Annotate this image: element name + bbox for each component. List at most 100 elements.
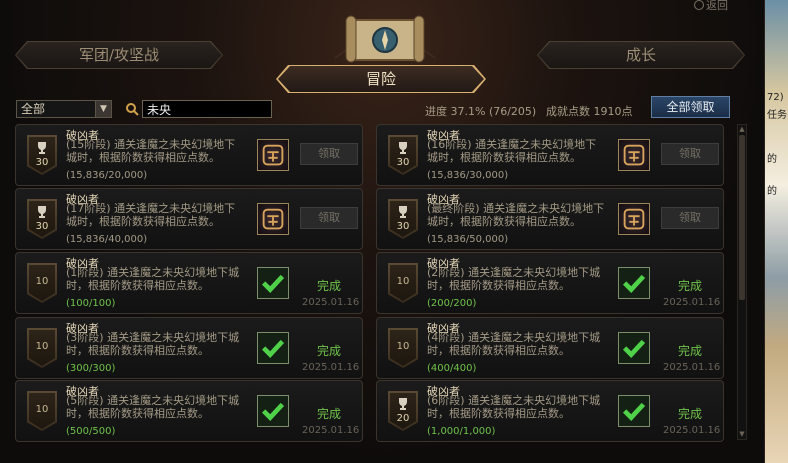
achievement-progress: (15,836/50,000) xyxy=(427,234,509,245)
achievement-desc: (最终阶段) 通关逢魔之未央幻境地下城时，根据阶数获得相应点数。 xyxy=(427,202,605,228)
completed-check-icon xyxy=(618,267,650,299)
completed-label: 完成 xyxy=(677,407,702,421)
search-input[interactable] xyxy=(142,100,272,118)
achievement-card: 10 破凶者 (5阶段) 通关逢魔之未央幻境地下城时，根据阶数获得相应点数。 (500… xyxy=(15,380,363,442)
back-label: 返回 xyxy=(706,0,728,12)
achievement-list: 30 破凶者 (15阶段) 通关逢魔之未央幻境地下城时，根据阶数获得相应点数。 (15… xyxy=(15,124,727,442)
reward-emblem-icon[interactable] xyxy=(257,139,289,171)
achievement-progress: (1,000/1,000) xyxy=(427,426,496,437)
back-arrow-icon xyxy=(694,0,704,10)
badge-points: 30 xyxy=(396,157,410,168)
progress-readout: 进度 37.1% (76/205) xyxy=(425,103,536,119)
achievement-desc: (5阶段) 通关逢魔之未央幻境地下城时，根据阶数获得相应点数。 xyxy=(66,394,240,420)
category-dropdown[interactable]: 全部 ▼ xyxy=(16,100,112,118)
list-scrollbar[interactable]: ▲ ▼ xyxy=(737,124,747,440)
achievement-progress: (15,836/30,000) xyxy=(427,170,509,181)
completed-date: 2025.01.16 xyxy=(663,425,721,436)
side-text-4: 的 xyxy=(767,186,777,197)
achievement-progress: (200/200) xyxy=(427,298,477,309)
completed-date: 2025.01.16 xyxy=(663,362,721,373)
achievement-card: 30 破凶者 (16阶段) 通关逢魔之未央幻境地下城时，根据阶数获得相应点数。 (15… xyxy=(376,124,724,186)
completed-date: 2025.01.16 xyxy=(302,362,360,373)
scroll-compass-emblem xyxy=(334,15,436,63)
points-badge: 10 xyxy=(388,263,418,303)
completed-label: 完成 xyxy=(316,344,341,358)
achievement-progress: (15,836/20,000) xyxy=(66,170,148,181)
achievement-card: 10 破凶者 (4阶段) 通关逢魔之未央幻境地下城时，根据阶数获得相应点数。 (400… xyxy=(376,317,724,379)
points-readout: 成就点数 1910点 xyxy=(546,103,633,119)
completed-date: 2025.01.16 xyxy=(663,297,721,308)
claim-button[interactable]: 领取 xyxy=(661,207,719,229)
claim-button[interactable]: 领取 xyxy=(300,143,358,165)
points-badge: 10 xyxy=(27,391,57,431)
points-label: 成就点数 xyxy=(546,105,590,118)
achievement-card: 30 破凶者 (15阶段) 通关逢魔之未央幻境地下城时，根据阶数获得相应点数。 (15… xyxy=(15,124,363,186)
badge-points: 10 xyxy=(35,341,49,352)
points-badge: 30 xyxy=(388,135,418,175)
achievement-desc: (1阶段) 通关逢魔之未央幻境地下城时，根据阶数获得相应点数。 xyxy=(66,266,240,292)
claim-button[interactable]: 领取 xyxy=(300,207,358,229)
background-game-strip: 72) 任务 的 的 xyxy=(765,0,788,463)
side-text-1: 72) xyxy=(767,92,784,103)
completed-check-icon xyxy=(257,267,289,299)
side-text-3: 的 xyxy=(767,154,777,165)
achievement-desc: (3阶段) 通关逢魔之未央幻境地下城时，根据阶数获得相应点数。 xyxy=(66,331,240,357)
badge-points: 30 xyxy=(35,221,49,232)
tab-legion-siege[interactable]: 军团/攻坚战 xyxy=(16,42,222,68)
tab-adventure[interactable]: 冒险 xyxy=(278,66,484,92)
points-badge: 30 xyxy=(27,199,57,239)
trophy-icon xyxy=(38,142,46,154)
badge-points: 30 xyxy=(35,157,49,168)
achievement-progress: (500/500) xyxy=(66,426,116,437)
badge-points: 20 xyxy=(396,413,410,424)
achievement-card: 20 破凶者 (6阶段) 通关逢魔之未央幻境地下城时，根据阶数获得相应点数。 (1,0… xyxy=(376,380,724,442)
badge-points: 10 xyxy=(396,341,410,352)
trophy-icon xyxy=(399,206,407,218)
scroll-down-icon[interactable]: ▼ xyxy=(738,430,746,439)
achievement-desc: (4阶段) 通关逢魔之未央幻境地下城时，根据阶数获得相应点数。 xyxy=(427,331,601,357)
badge-points: 10 xyxy=(396,276,410,287)
achievement-card: 30 破凶者 (最终阶段) 通关逢魔之未央幻境地下城时，根据阶数获得相应点数。 (15… xyxy=(376,188,724,250)
achievement-card: 10 破凶者 (2阶段) 通关逢魔之未央幻境地下城时，根据阶数获得相应点数。 (200… xyxy=(376,252,724,314)
achievement-desc: (6阶段) 通关逢魔之未央幻境地下城时，根据阶数获得相应点数。 xyxy=(427,394,601,420)
completed-date: 2025.01.16 xyxy=(302,425,360,436)
scroll-up-icon[interactable]: ▲ xyxy=(738,125,746,134)
achievement-progress: (400/400) xyxy=(427,363,477,374)
points-value: 1910点 xyxy=(593,105,633,118)
points-badge: 20 xyxy=(388,391,418,431)
completed-label: 完成 xyxy=(677,344,702,358)
scroll-thumb[interactable] xyxy=(739,135,745,300)
points-badge: 10 xyxy=(27,263,57,303)
achievement-progress: (15,836/40,000) xyxy=(66,234,148,245)
completed-check-icon xyxy=(618,395,650,427)
badge-points: 10 xyxy=(35,276,49,287)
trophy-icon xyxy=(399,142,407,154)
search-icon xyxy=(126,103,139,116)
points-badge: 10 xyxy=(27,328,57,368)
achievement-card: 10 破凶者 (3阶段) 通关逢魔之未央幻境地下城时，根据阶数获得相应点数。 (300… xyxy=(15,317,363,379)
points-badge: 30 xyxy=(388,199,418,239)
achievement-desc: (15阶段) 通关逢魔之未央幻境地下城时，根据阶数获得相应点数。 xyxy=(66,138,236,164)
achievement-desc: (17阶段) 通关逢魔之未央幻境地下城时，根据阶数获得相应点数。 xyxy=(66,202,236,228)
achievement-desc: (2阶段) 通关逢魔之未央幻境地下城时，根据阶数获得相应点数。 xyxy=(427,266,601,292)
claim-all-button[interactable]: 全部领取 xyxy=(651,96,730,118)
chevron-down-icon[interactable]: ▼ xyxy=(95,101,111,117)
achievement-progress: (100/100) xyxy=(66,298,116,309)
achievement-card: 30 破凶者 (17阶段) 通关逢魔之未央幻境地下城时，根据阶数获得相应点数。 (15… xyxy=(15,188,363,250)
badge-points: 30 xyxy=(396,221,410,232)
completed-check-icon xyxy=(618,332,650,364)
claim-button[interactable]: 领取 xyxy=(661,143,719,165)
completed-date: 2025.01.16 xyxy=(302,297,360,308)
category-selected: 全部 xyxy=(21,102,46,116)
completed-label: 完成 xyxy=(316,279,341,293)
reward-emblem-icon[interactable] xyxy=(618,203,650,235)
reward-emblem-icon[interactable] xyxy=(618,139,650,171)
side-text-2: 任务 xyxy=(767,110,787,121)
back-button[interactable]: 返回 xyxy=(694,0,728,13)
trophy-icon xyxy=(38,206,46,218)
reward-emblem-icon[interactable] xyxy=(257,203,289,235)
tab-growth[interactable]: 成长 xyxy=(538,42,744,68)
trophy-icon xyxy=(399,398,407,410)
achievement-desc: (16阶段) 通关逢魔之未央幻境地下城时，根据阶数获得相应点数。 xyxy=(427,138,597,164)
achievement-card: 10 破凶者 (1阶段) 通关逢魔之未央幻境地下城时，根据阶数获得相应点数。 (100… xyxy=(15,252,363,314)
